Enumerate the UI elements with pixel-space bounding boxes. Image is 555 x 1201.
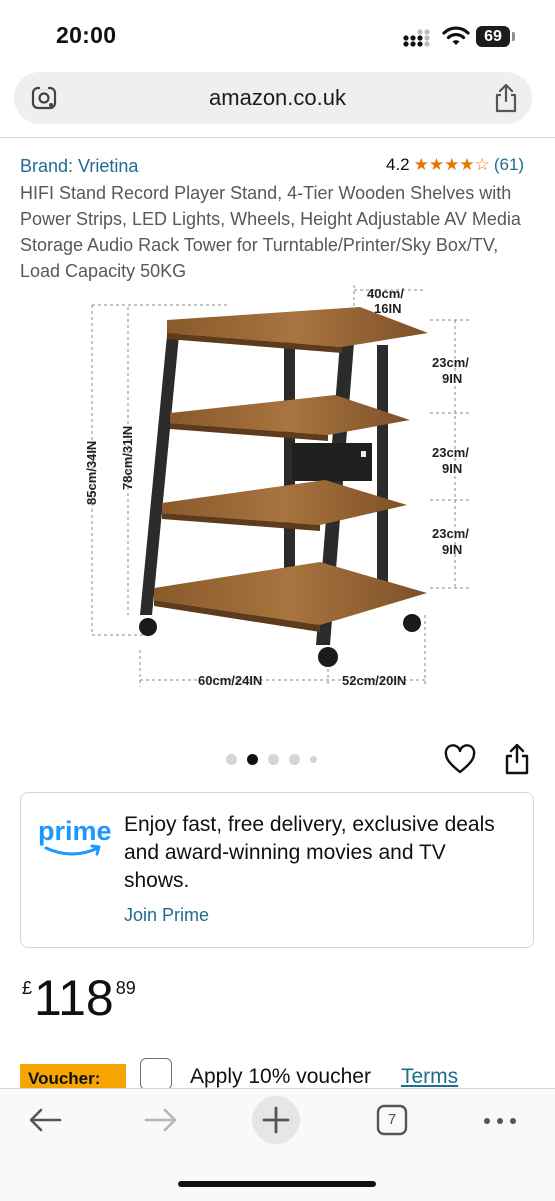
- review-count[interactable]: (61): [494, 155, 524, 175]
- forward-arrow-icon[interactable]: [144, 1106, 178, 1134]
- product-image[interactable]: 40cm/ 16IN 23cm/ 9IN 23cm/ 9IN 23cm/ 9IN…: [70, 285, 500, 710]
- share-icon[interactable]: [491, 82, 521, 114]
- status-time: 20:00: [56, 22, 117, 48]
- wifi-icon: [442, 26, 470, 45]
- new-tab-button[interactable]: [252, 1096, 300, 1144]
- voucher-label: Voucher:: [28, 1069, 101, 1088]
- carousel-dot[interactable]: [289, 754, 300, 765]
- price: £ 118 89: [22, 970, 136, 1026]
- product-title: HIFI Stand Record Player Stand, 4-Tier W…: [20, 183, 521, 281]
- tab-switcher-button[interactable]: 7: [376, 1104, 408, 1136]
- home-indicator: [178, 1181, 376, 1187]
- apply-voucher-checkbox[interactable]: [140, 1058, 172, 1090]
- share-icon[interactable]: [502, 742, 532, 776]
- header-divider: [0, 137, 555, 138]
- dim-shelf1-line2: 9IN: [442, 371, 462, 386]
- dim-height-total: 85cm/34IN: [84, 441, 99, 505]
- dim-shelf1-line1: 23cm/: [432, 355, 469, 370]
- prime-message: Enjoy fast, free delivery, exclusive dea…: [124, 813, 495, 892]
- battery-level: 69: [476, 26, 510, 47]
- price-fraction: 89: [115, 978, 136, 998]
- dim-shelf2-line1: 23cm/: [432, 445, 469, 460]
- rating-summary[interactable]: 4.2 ★★★★☆ (61): [386, 155, 524, 175]
- apply-voucher-text: Apply 10% voucher: [190, 1065, 371, 1088]
- heart-icon[interactable]: [444, 744, 476, 776]
- dim-shelf3-line1: 23cm/: [432, 526, 469, 541]
- carousel-dot[interactable]: [226, 754, 237, 765]
- prime-logo: prime: [38, 816, 112, 856]
- dim-height-inner: 78cm/31IN: [120, 426, 135, 490]
- dim-top-line1: 40cm/: [367, 286, 404, 301]
- carousel-dot[interactable]: [310, 756, 317, 763]
- dim-shelf2-line2: 9IN: [442, 461, 462, 476]
- url-text[interactable]: amazon.co.uk: [0, 85, 555, 111]
- tab-count: 7: [387, 1111, 397, 1128]
- image-carousel-dots[interactable]: [226, 754, 317, 765]
- rating-value: 4.2: [386, 155, 410, 174]
- dim-shelf3-line2: 9IN: [442, 542, 462, 557]
- cellular-signal-icon: [403, 29, 430, 47]
- battery-icon: 69: [476, 26, 516, 48]
- carousel-dot[interactable]: [268, 754, 279, 765]
- price-currency: £: [22, 978, 33, 998]
- dim-top-line2: 16IN: [374, 301, 401, 316]
- dim-depth: 52cm/20IN: [342, 673, 406, 688]
- star-rating-icon: ★★★★☆: [413, 155, 490, 174]
- brand-link[interactable]: Brand: Vrietina: [20, 156, 138, 177]
- join-prime-link[interactable]: Join Prime: [124, 905, 209, 926]
- voucher-terms-link[interactable]: Terms: [401, 1065, 458, 1089]
- more-options-icon[interactable]: [482, 1112, 518, 1130]
- carousel-dot-active[interactable]: [247, 754, 258, 765]
- dim-width: 60cm/24IN: [198, 673, 262, 688]
- back-arrow-icon[interactable]: [28, 1106, 62, 1134]
- plus-icon: [262, 1106, 290, 1134]
- price-whole: 118: [34, 970, 114, 1026]
- prime-logo-text: prime: [38, 816, 112, 846]
